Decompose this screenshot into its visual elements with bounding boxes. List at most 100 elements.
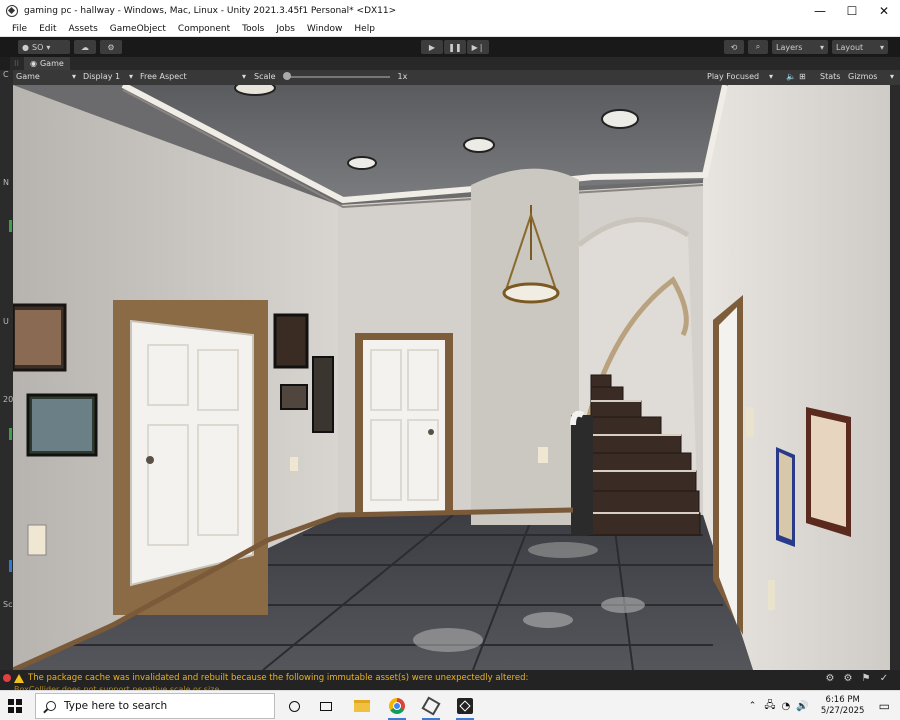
check-icon[interactable]: ✓	[878, 673, 890, 685]
speaker-icon: 🔈	[786, 72, 796, 81]
window-titlebar: gaming pc - hallway - Windows, Mac, Linu…	[0, 0, 900, 22]
gizmos-label: Gizmos	[848, 72, 878, 81]
main-toolbar: Re ● SO ▾ ☁ ⚙ ▶ ❚❚ ▶❘ ⟲ ⌕ Layers ▾ Layou…	[0, 37, 900, 86]
cloud-button[interactable]: ☁	[74, 40, 96, 54]
maximize-button[interactable]: ☐	[836, 0, 868, 22]
display-label: Display 1	[83, 72, 121, 81]
warning-icon	[14, 673, 24, 683]
services-button[interactable]: ⚙	[100, 40, 122, 54]
console-warning[interactable]: The package cache was invalidated and re…	[14, 673, 528, 683]
close-button[interactable]: ✕	[868, 0, 900, 22]
menu-tools[interactable]: Tools	[242, 24, 264, 34]
gizmos-dropdown[interactable]: Gizmos ▾	[848, 72, 894, 81]
game-mode-dropdown[interactable]: Game ▾	[16, 72, 76, 81]
clock-date: 5/27/2025	[820, 706, 865, 716]
mute-audio-button[interactable]: 🔈	[786, 72, 796, 81]
hidden-icons-chevron[interactable]: ⌃	[749, 701, 757, 711]
chevron-down-icon: ▾	[889, 72, 894, 81]
file-explorer-icon[interactable]	[350, 695, 374, 717]
game-mode-label: Game	[16, 72, 40, 81]
step-button[interactable]: ▶❘	[467, 40, 489, 54]
network-icon[interactable]: 🖧	[764, 698, 775, 715]
menu-help[interactable]: Help	[354, 24, 375, 34]
unity-hub-icon[interactable]	[419, 695, 443, 720]
sidebar-fragment: Sc	[3, 600, 13, 609]
taskbar-search-placeholder: Type here to search	[64, 700, 168, 712]
console-warning-text: The package cache was invalidated and re…	[28, 673, 529, 683]
taskbar-search-box[interactable]: Type here to search	[35, 693, 275, 719]
cache-icon[interactable]: ⚙	[842, 673, 854, 685]
chevron-down-icon: ▾	[768, 72, 773, 81]
chevron-down-icon: ▾	[128, 72, 133, 81]
pause-icon: ❚❚	[448, 42, 462, 52]
history-button[interactable]: ⟲	[724, 40, 744, 54]
aspect-label: Free Aspect	[140, 72, 187, 81]
minimize-button[interactable]: —	[804, 0, 836, 22]
chevron-down-icon: ▾	[241, 72, 246, 81]
layers-label: Layers	[776, 42, 803, 52]
layers-dropdown[interactable]: Layers ▾	[772, 40, 828, 54]
sidebar-fragment: N	[3, 178, 9, 187]
cloud-icon: ☁	[81, 42, 89, 52]
menu-file[interactable]: File	[12, 24, 27, 34]
pause-button[interactable]: ❚❚	[444, 40, 466, 54]
game-viewport[interactable]	[13, 85, 890, 670]
menu-window[interactable]: Window	[307, 24, 343, 34]
vsync-button[interactable]: ⊞	[799, 72, 806, 81]
history-icon: ⟲	[730, 42, 738, 52]
search-button[interactable]: ⌕	[748, 40, 768, 54]
error-icon	[3, 674, 11, 682]
unity-editor-icon[interactable]	[453, 695, 477, 720]
hallway-render	[13, 85, 890, 670]
settings-icon: ⚙	[107, 42, 115, 52]
chrome-icon[interactable]	[385, 695, 409, 720]
account-label: SO	[31, 42, 44, 52]
progress-icon[interactable]: ⚙	[824, 673, 836, 685]
stats-button[interactable]: Stats	[820, 72, 840, 81]
console-status-bar[interactable]: The package cache was invalidated and re…	[0, 670, 900, 694]
scale-label: Scale	[254, 72, 276, 81]
gamepad-icon: ◉	[30, 59, 37, 68]
vsync-icon: ⊞	[799, 72, 806, 81]
unity-logo-icon	[6, 5, 18, 17]
sidebar-fragment: 20	[3, 395, 14, 404]
debug-icon[interactable]: ⚑	[860, 673, 872, 685]
window-title: gaming pc - hallway - Windows, Mac, Linu…	[24, 6, 397, 16]
tab-game[interactable]: ◉ Game	[24, 57, 70, 70]
layout-dropdown[interactable]: Layout ▾	[832, 40, 888, 54]
taskbar-clock[interactable]: 6:16 PM 5/27/2025	[817, 695, 869, 717]
account-dropdown[interactable]: ● SO ▾	[18, 40, 70, 54]
chevron-down-icon: ▾	[819, 42, 824, 52]
windows-start-icon[interactable]	[8, 699, 22, 713]
scale-slider-handle[interactable]	[282, 71, 291, 80]
sidebar-marker	[9, 428, 12, 440]
wifi-icon[interactable]: ◔	[781, 701, 790, 712]
menu-assets[interactable]: Assets	[69, 24, 98, 34]
menu-edit[interactable]: Edit	[39, 24, 56, 34]
sidebar-marker	[9, 220, 12, 232]
search-icon: ⌕	[755, 42, 761, 51]
game-tab-bar: ⁝⁝ ◉ Game	[10, 57, 900, 70]
step-icon: ▶❘	[471, 42, 485, 52]
scale-slider[interactable]	[282, 71, 390, 80]
menu-gameobject[interactable]: GameObject	[110, 24, 166, 34]
menu-jobs[interactable]: Jobs	[276, 24, 295, 34]
play-mode-label: Play Focused	[707, 72, 760, 81]
notification-icon[interactable]: ▭	[879, 699, 890, 713]
account-icon: ●	[22, 42, 29, 52]
tab-game-label: Game	[39, 59, 64, 68]
chevron-down-icon: ▾	[46, 42, 51, 52]
display-dropdown[interactable]: Display 1 ▾	[83, 72, 133, 81]
play-button[interactable]: ▶	[421, 40, 443, 54]
cortana-icon[interactable]	[282, 695, 306, 717]
aspect-dropdown[interactable]: Free Aspect ▾	[140, 72, 246, 81]
scale-control: Scale 1x	[254, 71, 408, 81]
scale-value: 1x	[397, 72, 408, 81]
tab-menu-icon[interactable]: ⁝⁝	[14, 59, 24, 68]
play-mode-dropdown[interactable]: Play Focused ▾	[707, 72, 773, 81]
menu-component[interactable]: Component	[178, 24, 230, 34]
play-icon: ▶	[428, 42, 436, 52]
layout-label: Layout	[836, 42, 864, 52]
volume-icon[interactable]: 🔊	[796, 701, 808, 712]
task-view-icon[interactable]	[314, 695, 338, 717]
